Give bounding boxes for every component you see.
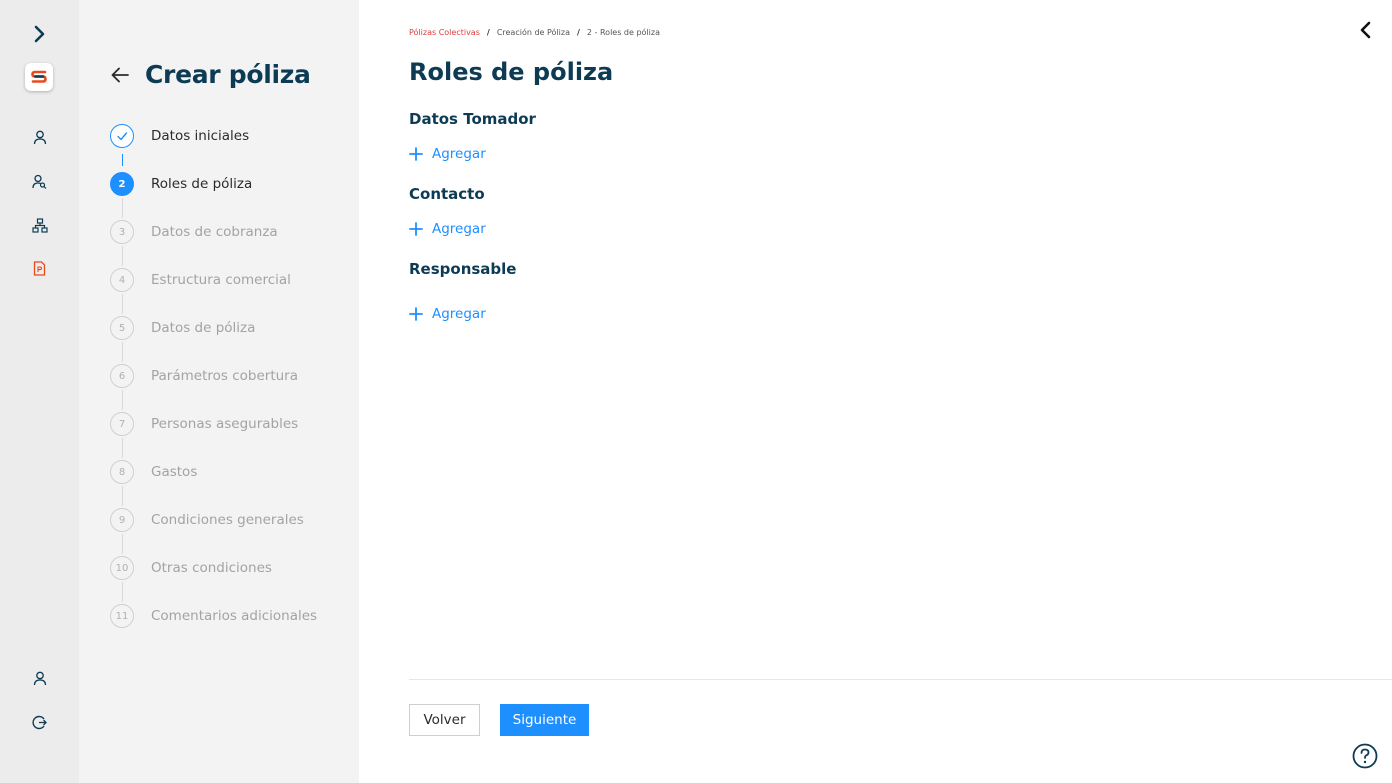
rail-item-logout[interactable] bbox=[0, 713, 79, 731]
plus-icon bbox=[409, 147, 423, 161]
footer-divider bbox=[409, 679, 1392, 680]
section-title-contacto: Contacto bbox=[409, 185, 485, 203]
chevron-left-icon[interactable] bbox=[1356, 20, 1376, 40]
step-connector bbox=[122, 342, 123, 362]
step-item[interactable]: 9 Condiciones generales bbox=[110, 508, 317, 556]
breadcrumb-item[interactable]: Creación de Póliza bbox=[497, 28, 570, 37]
breadcrumb-item[interactable]: Pólizas Colectivas bbox=[409, 28, 480, 37]
step-connector bbox=[122, 486, 123, 506]
rail-item-profile[interactable] bbox=[0, 669, 79, 687]
step-label: Datos de cobranza bbox=[151, 224, 278, 240]
policy-document-icon bbox=[33, 260, 46, 276]
step-number: 3 bbox=[110, 220, 134, 244]
step-number: 9 bbox=[110, 508, 134, 532]
step-label: Personas asegurables bbox=[151, 416, 299, 432]
add-datos-tomador-button[interactable]: Agregar bbox=[409, 146, 486, 162]
section-title-datos-tomador: Datos Tomador bbox=[409, 110, 536, 128]
step-label: Otras condiciones bbox=[151, 560, 272, 576]
check-icon bbox=[110, 124, 134, 148]
rail-item-user[interactable] bbox=[0, 128, 79, 146]
step-label: Roles de póliza bbox=[151, 176, 253, 192]
step-label: Estructura comercial bbox=[151, 272, 291, 288]
step-number: 6 bbox=[110, 364, 134, 388]
step-connector bbox=[122, 154, 123, 166]
hierarchy-icon bbox=[31, 217, 48, 233]
step-label: Condiciones generales bbox=[151, 512, 304, 528]
breadcrumb-item: 2 - Roles de póliza bbox=[586, 28, 660, 37]
breadcrumb-separator: / bbox=[577, 28, 580, 37]
user-icon bbox=[33, 130, 46, 144]
step-item[interactable]: 3 Datos de cobranza bbox=[110, 220, 317, 268]
breadcrumb: Pólizas Colectivas / Creación de Póliza / 2 … bbox=[409, 28, 660, 37]
steps-panel: Crear póliza Datos iniciales 2 Roles de pó… bbox=[79, 0, 359, 783]
step-item[interactable]: 8 Gastos bbox=[110, 460, 317, 508]
step-connector bbox=[122, 294, 123, 314]
profile-icon bbox=[33, 671, 46, 685]
plus-icon bbox=[409, 307, 423, 321]
step-item[interactable]: 6 Parámetros cobertura bbox=[110, 364, 317, 412]
section-title-responsable: Responsable bbox=[409, 260, 517, 278]
step-number: 10 bbox=[110, 556, 134, 580]
logo-icon bbox=[31, 70, 47, 83]
step-number: 7 bbox=[110, 412, 134, 436]
step-connector bbox=[122, 438, 123, 458]
step-item[interactable]: 7 Personas asegurables bbox=[110, 412, 317, 460]
step-item[interactable]: 2 Roles de póliza bbox=[110, 172, 317, 220]
step-number: 8 bbox=[110, 460, 134, 484]
add-label: Agregar bbox=[432, 306, 486, 322]
rail-item-users-search[interactable] bbox=[0, 172, 79, 190]
step-connector bbox=[122, 582, 123, 602]
help-icon[interactable] bbox=[1352, 743, 1378, 769]
page-title: Roles de póliza bbox=[409, 58, 614, 86]
step-item[interactable]: 5 Datos de póliza bbox=[110, 316, 317, 364]
chevron-right-icon bbox=[34, 25, 44, 43]
step-label: Datos de póliza bbox=[151, 320, 256, 336]
step-item[interactable]: 10 Otras condiciones bbox=[110, 556, 317, 604]
step-item[interactable]: 4 Estructura comercial bbox=[110, 268, 317, 316]
step-number: 4 bbox=[110, 268, 134, 292]
step-label: Comentarios adicionales bbox=[151, 608, 318, 624]
logout-icon bbox=[32, 715, 47, 729]
add-label: Agregar bbox=[432, 146, 486, 162]
side-rail bbox=[0, 0, 79, 783]
add-label: Agregar bbox=[432, 221, 486, 237]
rail-item-hierarchy[interactable] bbox=[0, 216, 79, 234]
steps-header: Crear póliza bbox=[109, 60, 311, 89]
arrow-left-icon[interactable] bbox=[109, 64, 131, 86]
main-content: Pólizas Colectivas / Creación de Póliza / 2 … bbox=[359, 0, 1392, 783]
next-button[interactable]: Siguiente bbox=[500, 704, 589, 736]
brand-logo[interactable] bbox=[25, 63, 53, 91]
step-label: Gastos bbox=[151, 464, 198, 480]
step-label: Parámetros cobertura bbox=[151, 368, 298, 384]
step-number: 2 bbox=[110, 172, 134, 196]
users-search-icon bbox=[32, 174, 47, 189]
step-connector bbox=[122, 390, 123, 410]
step-item[interactable]: 11 Comentarios adicionales bbox=[110, 604, 317, 652]
step-connector bbox=[122, 198, 123, 218]
back-button[interactable]: Volver bbox=[409, 704, 480, 736]
steps-title: Crear póliza bbox=[145, 60, 311, 89]
step-connector bbox=[122, 246, 123, 266]
expand-menu-button[interactable] bbox=[0, 22, 79, 46]
step-list: Datos iniciales 2 Roles de póliza 3 Datos de… bbox=[110, 124, 317, 652]
step-number: 5 bbox=[110, 316, 134, 340]
step-connector bbox=[122, 534, 123, 554]
add-contacto-button[interactable]: Agregar bbox=[409, 221, 486, 237]
step-item[interactable]: Datos iniciales bbox=[110, 124, 317, 172]
plus-icon bbox=[409, 222, 423, 236]
add-responsable-button[interactable]: Agregar bbox=[409, 306, 486, 322]
step-number: 11 bbox=[110, 604, 134, 628]
breadcrumb-separator: / bbox=[486, 28, 490, 37]
rail-item-policies[interactable] bbox=[0, 259, 79, 277]
step-label: Datos iniciales bbox=[151, 128, 250, 144]
